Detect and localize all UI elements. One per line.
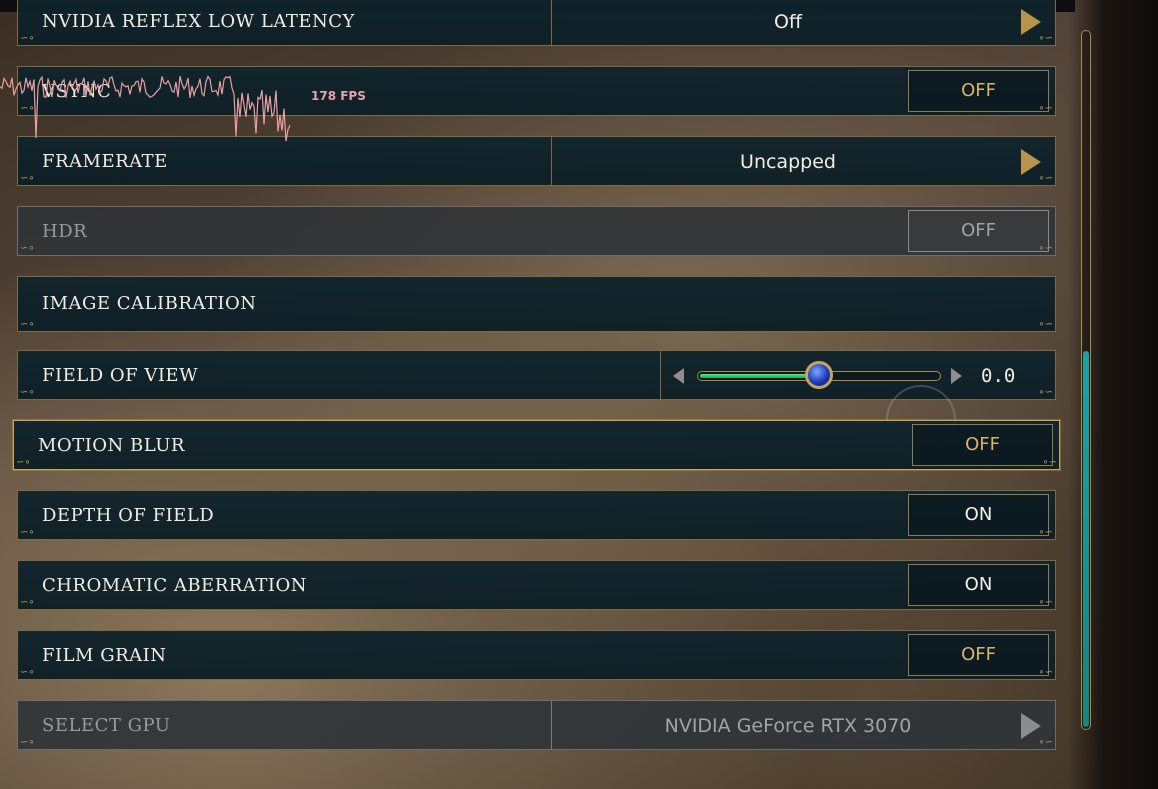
setting-label: CHROMATIC ABERRATION	[42, 575, 307, 596]
setting-row-depth-of-field[interactable]: DEPTH OF FIELD ON ∽∘ ∘∽	[17, 490, 1056, 540]
ornament-icon: ∘∽	[1038, 33, 1053, 44]
setting-row-hdr: HDR OFF ∽∘ ∘∽	[17, 206, 1056, 256]
ornament-icon: ∽∘	[20, 243, 35, 254]
setting-label: MOTION BLUR	[38, 435, 185, 456]
motion-blur-toggle[interactable]: OFF	[912, 424, 1053, 466]
ornament-icon: ∘∽	[1038, 243, 1053, 254]
ornament-icon: ∽∘	[20, 527, 35, 538]
setting-label: HDR	[42, 221, 88, 242]
chevron-right-icon	[1021, 713, 1041, 739]
sapphire-knob-icon[interactable]	[805, 361, 833, 389]
ornament-icon: ∘∽	[1038, 597, 1053, 608]
ornament-icon: ∘∽	[1038, 667, 1053, 678]
fps-counter: 178 FPS	[311, 89, 366, 103]
setting-label: IMAGE CALIBRATION	[42, 293, 257, 314]
ornament-icon: ∽∘	[20, 737, 35, 748]
setting-value: Uncapped	[740, 151, 836, 173]
ornament-icon: ∘∽	[1038, 387, 1053, 398]
setting-row-image-calibration[interactable]: IMAGE CALIBRATION ∽∘ ∘∽	[17, 276, 1056, 332]
scrollbar-thumb[interactable]	[1083, 351, 1089, 727]
ornament-icon: ∘∽	[1038, 103, 1053, 114]
ornament-icon: ∘∽	[1038, 527, 1053, 538]
film-grain-toggle[interactable]: OFF	[908, 634, 1049, 676]
ornament-icon: ∽∘	[20, 667, 35, 678]
hdr-toggle: OFF	[908, 210, 1049, 252]
chevron-right-icon[interactable]	[1021, 9, 1041, 35]
setting-label: DEPTH OF FIELD	[42, 505, 215, 526]
setting-value: NVIDIA GeForce RTX 3070	[664, 715, 912, 737]
ornament-icon: ∽∘	[16, 457, 31, 468]
setting-row-motion-blur[interactable]: MOTION BLUR OFF ∽∘ ∘∽	[13, 420, 1060, 470]
fov-value: 0.0	[981, 365, 1016, 387]
fov-slider[interactable]: 0.0	[661, 351, 1057, 401]
setting-value: Off	[773, 11, 803, 33]
ornament-icon: ∽∘	[20, 33, 35, 44]
depth-of-field-toggle[interactable]: ON	[908, 494, 1049, 536]
ornament-icon: ∽∘	[20, 597, 35, 608]
chevron-right-icon[interactable]	[1021, 149, 1041, 175]
scrollbar[interactable]	[1081, 30, 1091, 730]
vsync-toggle[interactable]: OFF	[908, 70, 1049, 112]
fps-graph	[0, 75, 291, 142]
ornament-icon: ∽∘	[20, 173, 35, 184]
setting-row-chromatic-aberration[interactable]: CHROMATIC ABERRATION ON ∽∘ ∘∽	[17, 560, 1056, 610]
arrow-right-icon[interactable]	[951, 368, 962, 384]
setting-label: FIELD OF VIEW	[42, 365, 199, 386]
setting-label: SELECT GPU	[42, 715, 171, 736]
ornament-icon: ∘∽	[1042, 457, 1057, 468]
ornament-icon: ∘∽	[1038, 173, 1053, 184]
setting-label: NVIDIA REFLEX LOW LATENCY	[42, 11, 355, 32]
ornament-icon: ∽∘	[20, 319, 35, 330]
chromatic-aberration-toggle[interactable]: ON	[908, 564, 1049, 606]
arrow-left-icon[interactable]	[673, 368, 684, 384]
ornament-icon: ∘∽	[1038, 319, 1053, 330]
setting-row-select-gpu: SELECT GPU NVIDIA GeForce RTX 3070 ∽∘ ∘∽	[17, 700, 1056, 750]
ornament-icon: ∘∽	[1038, 737, 1053, 748]
setting-row-reflex[interactable]: NVIDIA REFLEX LOW LATENCY Off ∽∘ ∘∽	[17, 0, 1056, 46]
setting-label: FILM GRAIN	[42, 645, 167, 666]
ornament-icon: ∽∘	[20, 387, 35, 398]
slider-fill	[700, 374, 819, 378]
setting-row-film-grain[interactable]: FILM GRAIN OFF ∽∘ ∘∽	[17, 630, 1056, 680]
